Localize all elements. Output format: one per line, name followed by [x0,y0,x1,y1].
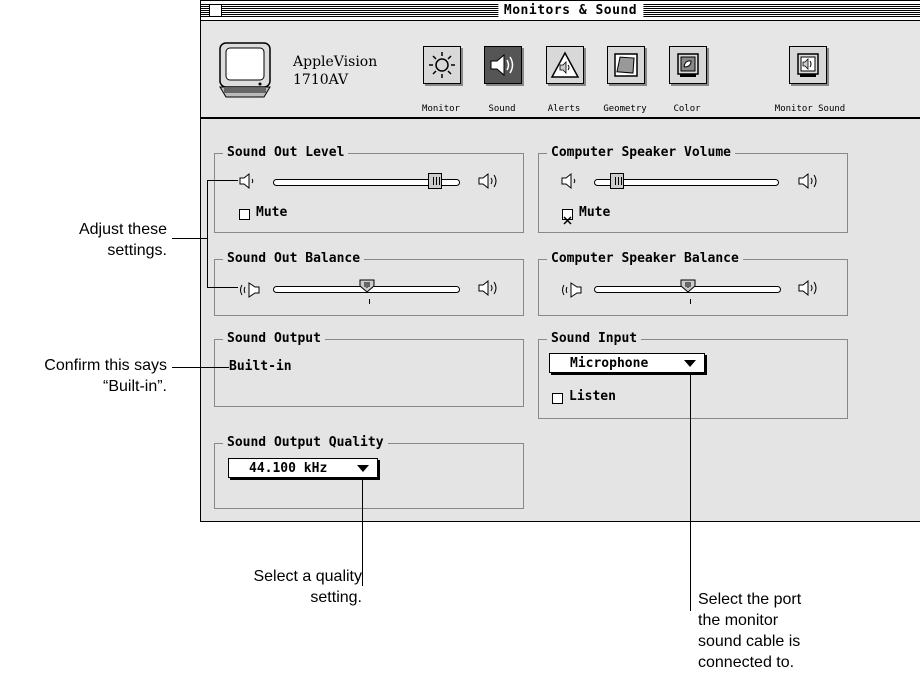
sound-output-quality-popup[interactable]: 44.100 kHz [228,458,378,478]
toolbar-label-geometry: Geometry [603,104,647,114]
sound-output-quality-title: Sound Output Quality [223,435,388,450]
speaker-balance-thumb[interactable] [680,279,696,293]
balance-center-tick [369,299,370,304]
chevron-down-icon [684,360,696,367]
checkmark-x-icon [563,216,572,225]
sound-out-balance-thumb[interactable] [359,279,375,293]
callout-adjust-line2: settings. [107,242,167,259]
speaker-volume-thumb[interactable] [610,173,625,189]
callout-port-line1: Select the port [698,591,802,608]
balance-center-tick [690,299,691,304]
toolbar-button-geometry[interactable] [607,46,645,84]
callout-adjust-bracket-top [207,180,238,181]
toolbar: AppleVision 1710AV Monitor Sound Alerts … [201,21,920,119]
monitor-speaker-icon [797,53,819,77]
sound-out-level-thumb[interactable] [427,173,442,189]
toolbar-label-alerts: Alerts [547,104,581,114]
callout-port: Select the port the monitor sound cable … [698,589,801,673]
callout-adjust-leader [172,238,207,239]
monitor-name-line1: AppleVision [293,54,378,70]
speaker-left-icon [562,282,582,298]
monitor-name-line2: 1710AV [293,72,349,88]
sound-out-balance-title: Sound Out Balance [223,251,365,266]
speaker-right-icon [798,279,817,297]
callout-port-line2: the monitor [698,612,779,629]
window-title: Monitors & Sound [497,1,644,20]
callout-port-leader [690,375,691,611]
callout-adjust-line1: Adjust these [78,221,167,238]
toolbar-button-monitor[interactable] [423,46,461,84]
toolbar-button-sound[interactable] [484,46,522,84]
speaker-balance-title: Computer Speaker Balance [547,251,743,266]
sound-out-level-group: Sound Out Level [214,145,524,233]
callout-confirm: Confirm this says “Built-in”. [44,355,167,397]
toolbar-button-color[interactable] [669,46,707,84]
sound-input-title: Sound Input [547,331,642,346]
speaker-volume-title: Computer Speaker Volume [547,145,736,160]
sound-out-mute-label: Mute [256,205,288,220]
callout-confirm-line1: Confirm this says [44,357,167,374]
callout-quality-leader [362,478,363,586]
toolbar-label-sound: Sound [488,104,516,114]
speaker-mute-label: Mute [579,205,611,220]
sound-input-group: Sound Input [538,331,848,419]
toolbar-label-monitor-sound: Monitor Sound [774,104,846,114]
sound-out-level-title: Sound Out Level [223,145,349,160]
sun-icon [429,52,455,78]
callout-confirm-leader [172,367,229,368]
speaker-icon [490,53,514,77]
callout-adjust-bracket-bottom [207,287,238,288]
monitors-sound-window: Monitors & Sound AppleVision 1710AV Moni… [200,0,920,522]
speaker-mute-checkbox[interactable] [562,209,573,225]
callout-port-line4: connected to. [698,654,795,671]
speaker-low-icon [561,172,576,190]
chevron-down-icon [357,465,369,472]
toolbar-label-color: Color [673,104,701,114]
callout-quality: Select a quality setting. [253,566,362,608]
monitor-icon [219,42,271,98]
sound-output-value: Built-in [229,359,292,374]
title-bar[interactable]: Monitors & Sound [201,1,920,21]
sound-input-selected: Microphone [570,356,649,371]
toolbar-button-monitor-sound[interactable] [789,46,827,84]
callout-adjust-bracket [207,180,208,288]
sound-output-quality-selected: 44.100 kHz [249,461,328,476]
speaker-volume-group: Computer Speaker Volume [538,145,848,233]
close-box[interactable] [209,4,222,17]
toolbar-button-alerts[interactable] [546,46,584,84]
callout-port-line3: sound cable is [698,633,801,650]
speaker-left-icon [240,282,260,298]
sound-out-mute-checkbox[interactable] [239,209,250,220]
speaker-high-icon [478,172,497,190]
listen-label: Listen [569,389,616,404]
color-icon [677,53,699,77]
speaker-right-icon [478,279,497,297]
callout-adjust: Adjust these settings. [79,219,167,261]
geometry-icon [614,53,638,77]
alert-triangle-icon [550,51,580,78]
sound-output-title: Sound Output [223,331,325,346]
callout-confirm-line2: “Built-in”. [102,378,167,395]
callout-quality-line1: Select a quality [253,568,362,585]
sound-input-popup[interactable]: Microphone [549,353,705,373]
speaker-low-icon [239,172,254,190]
listen-checkbox[interactable] [552,393,563,404]
callout-quality-line2: setting. [310,589,362,606]
speaker-high-icon [798,172,817,190]
toolbar-label-monitor: Monitor [422,104,460,114]
